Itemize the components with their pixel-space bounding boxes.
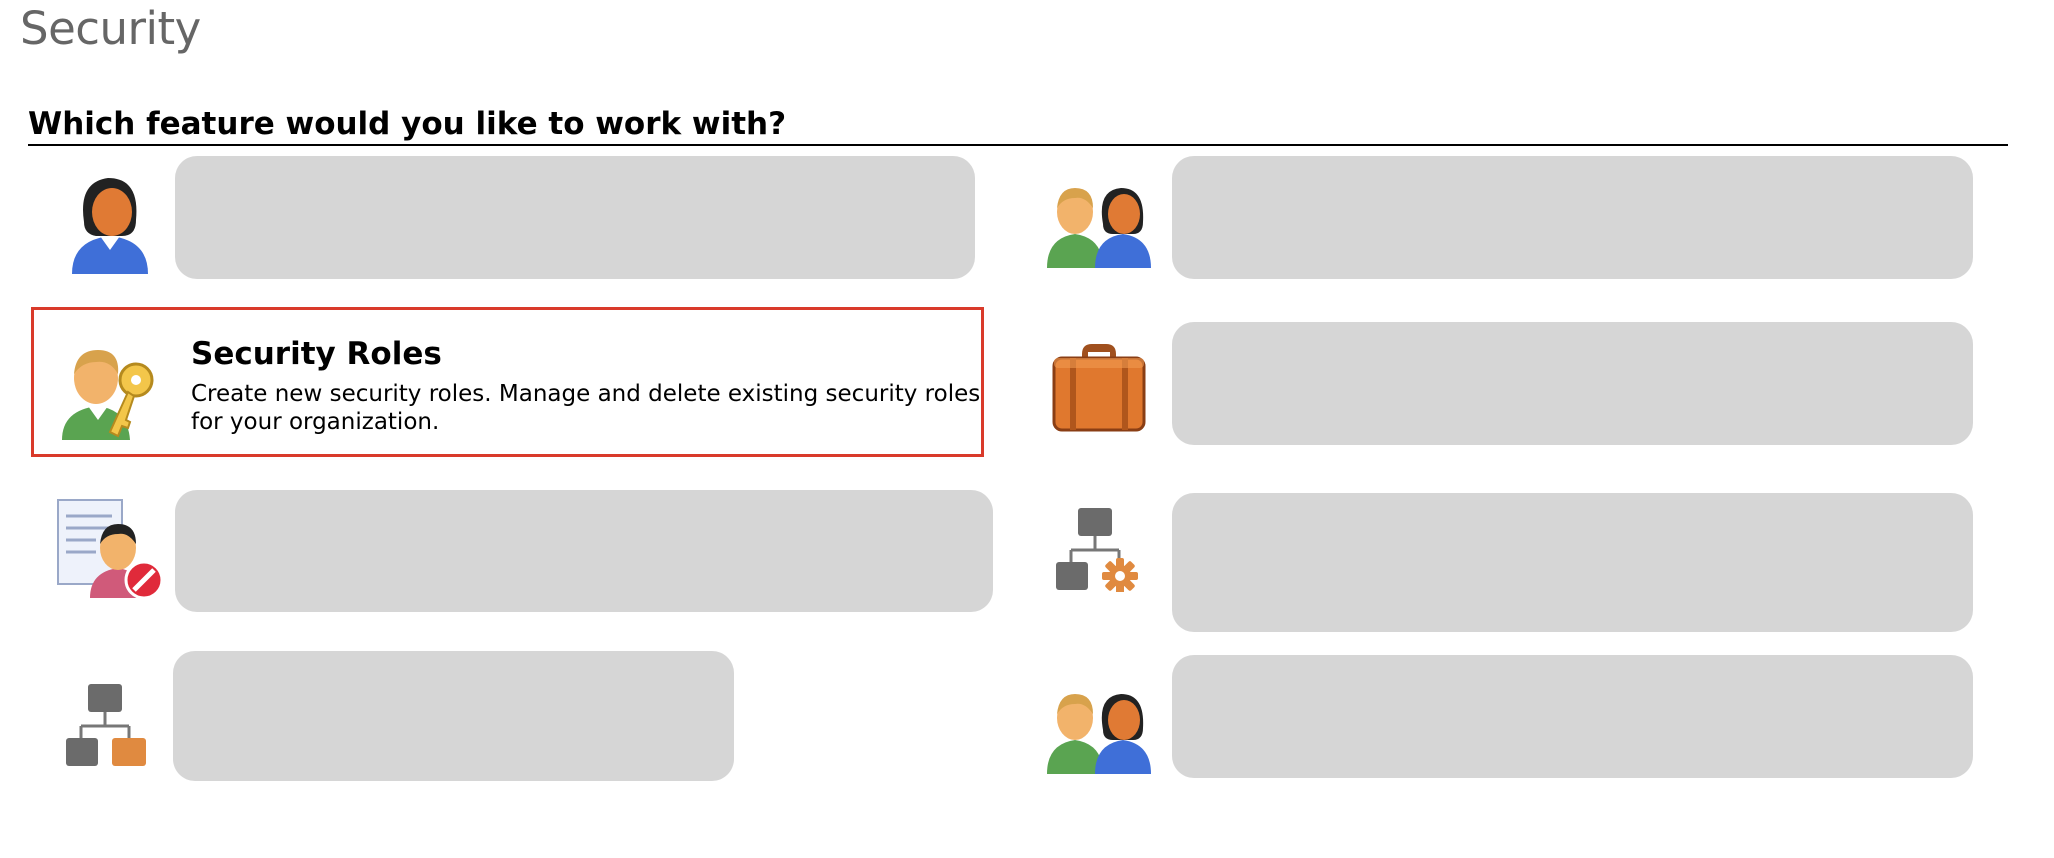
user-blocked-icon[interactable] xyxy=(56,498,164,606)
feature-placeholder-1[interactable] xyxy=(175,156,975,279)
briefcase-icon[interactable] xyxy=(1052,340,1146,438)
feature-placeholder-6[interactable] xyxy=(1172,322,1973,445)
hierarchy-icon[interactable] xyxy=(66,684,146,770)
hierarchy-settings-icon[interactable] xyxy=(1056,508,1140,596)
feature-question-heading: Which feature would you like to work wit… xyxy=(28,106,2008,146)
page-title: Security xyxy=(20,2,201,55)
security-roles-title: Security Roles xyxy=(191,336,442,372)
security-roles-description: Create new security roles. Manage and de… xyxy=(191,381,981,435)
feature-placeholder-7[interactable] xyxy=(1172,493,1973,632)
users-icon[interactable] xyxy=(1045,686,1153,780)
user-icon[interactable] xyxy=(62,170,158,280)
security-roles-tile[interactable]: Security Roles Create new security roles… xyxy=(31,307,984,457)
user-key-icon xyxy=(58,340,162,448)
feature-placeholder-8[interactable] xyxy=(1172,655,1973,778)
feature-placeholder-3[interactable] xyxy=(175,490,993,612)
feature-placeholder-4[interactable] xyxy=(173,651,734,781)
users-icon[interactable] xyxy=(1045,180,1153,274)
feature-placeholder-5[interactable] xyxy=(1172,156,1973,279)
